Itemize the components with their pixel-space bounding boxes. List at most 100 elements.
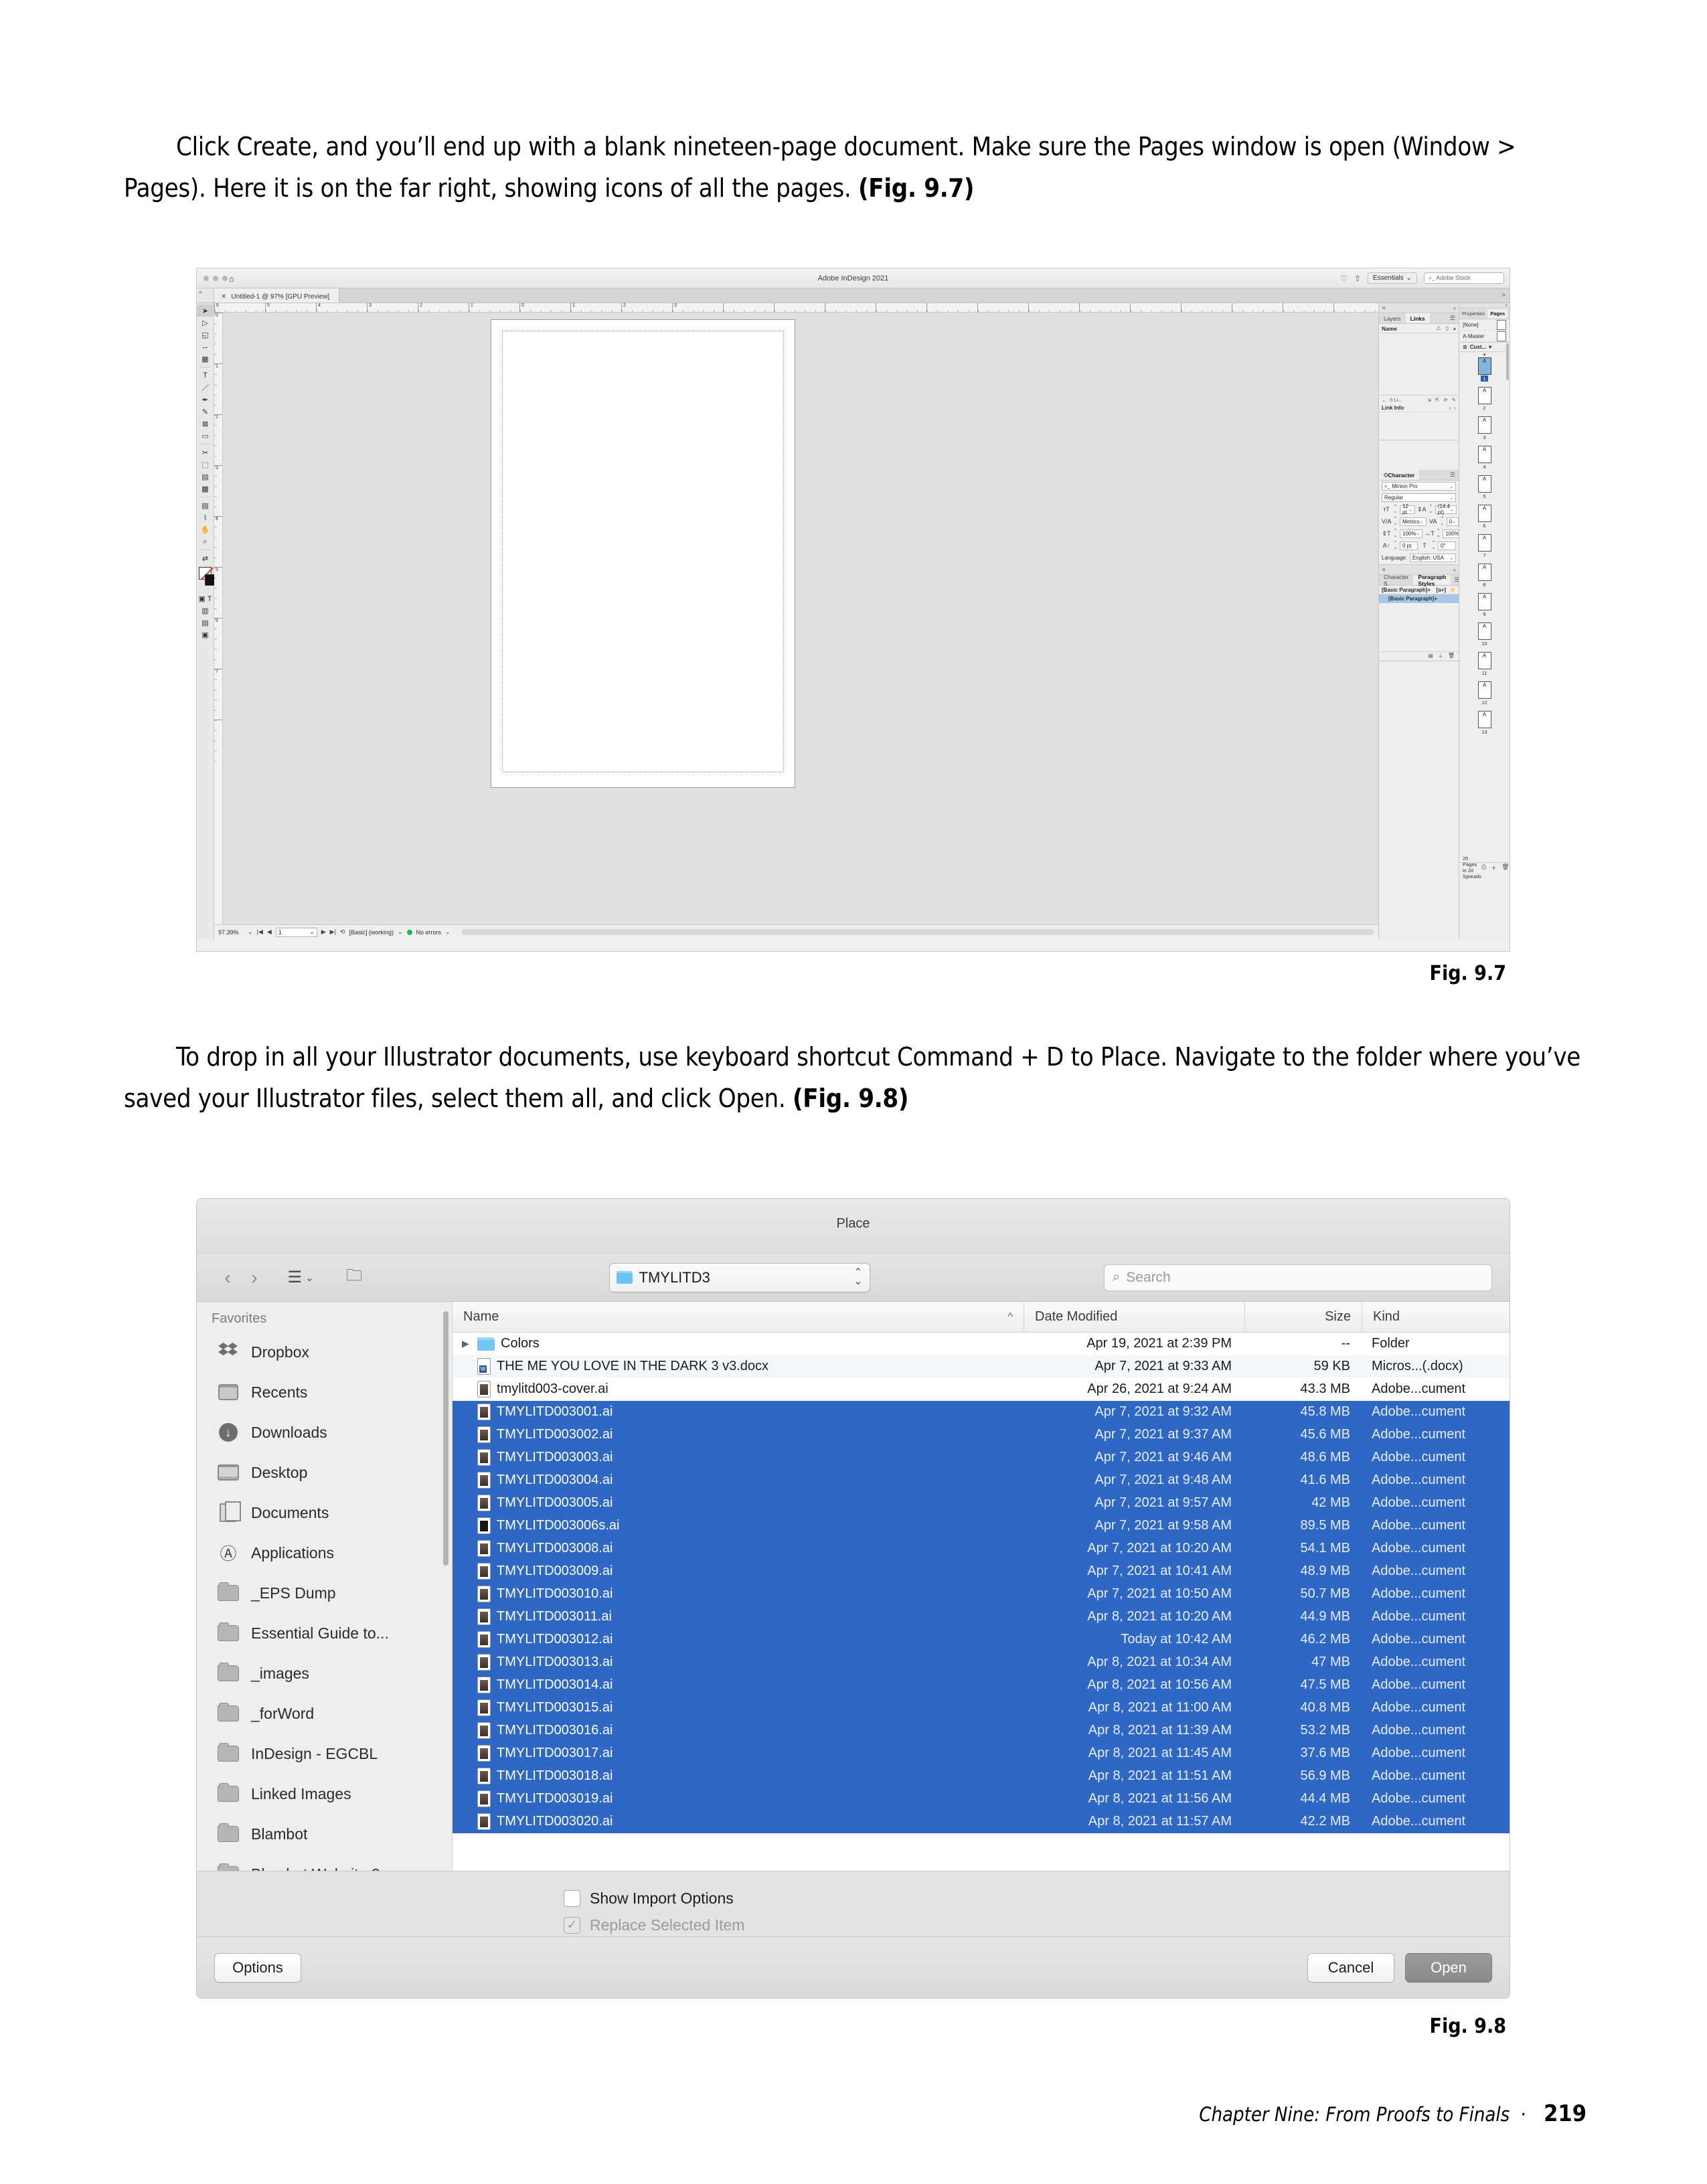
indesign-tools-panel[interactable]: ➤ ▷ ◱ ↔ ▦ T ／ ✒ ✎ ⊠ ▭ ✂ ⬚ ▤ ▩ ▤ ⌇ ✋ ⌕ ⇄ xyxy=(197,303,216,939)
selection-tool[interactable]: ➤ xyxy=(197,305,214,317)
chevron-down-icon[interactable]: ⌄ xyxy=(1382,397,1386,403)
page-icon[interactable]: ▯ xyxy=(1446,325,1449,331)
page-size-selector[interactable]: ≣ Cust... ▾ xyxy=(1459,342,1510,352)
table-row[interactable]: TMYLITD003020.ai Apr 8, 2021 at 11:57 AM 4… xyxy=(453,1811,1510,1833)
table-row[interactable]: ▶ Colors Apr 19, 2021 at 2:39 PM -- Folder xyxy=(453,1333,1510,1355)
chevron-left-icon[interactable]: ‹ xyxy=(1449,405,1451,411)
link-info-header[interactable]: Link Info ‹ › xyxy=(1379,404,1459,412)
skew-stepper[interactable]: ⌃ ⌄ xyxy=(1431,541,1437,550)
tab-properties[interactable]: Properties xyxy=(1459,309,1487,319)
dock-collapse-icon[interactable]: » xyxy=(1459,303,1510,309)
table-row[interactable]: TMYLITD003008.ai Apr 7, 2021 at 10:20 AM 5… xyxy=(453,1537,1510,1560)
sort-ascending-icon[interactable]: ▴ xyxy=(1453,325,1456,331)
vertical-ruler[interactable]: 0 1 2 3 4 5 6 7 xyxy=(214,313,223,924)
sidebar-item-documents[interactable]: Documents xyxy=(197,1493,452,1533)
preflight-profile[interactable]: [Basic] (working) xyxy=(349,929,394,936)
master-item-a-master[interactable]: A-Master xyxy=(1459,331,1510,342)
kerning-input[interactable]: Metrics ⌄ xyxy=(1400,517,1427,526)
table-row[interactable]: TMYLITD003017.ai Apr 8, 2021 at 11:45 AM 3… xyxy=(453,1742,1510,1765)
table-row[interactable]: TMYLITD003014.ai Apr 8, 2021 at 10:56 AM 4… xyxy=(453,1674,1510,1697)
column-header-kind[interactable]: Kind xyxy=(1362,1302,1510,1332)
tabbar-collapse-icon[interactable]: » xyxy=(197,288,214,303)
sidebar-item-indesign-egcbl[interactable]: InDesign - EGCBL xyxy=(197,1734,452,1774)
delete-style-icon[interactable]: 🗑 xyxy=(1448,653,1455,660)
column-header-date-modified[interactable]: Date Modified xyxy=(1024,1302,1245,1332)
styles-list[interactable] xyxy=(1379,603,1459,651)
vertical-scale-input[interactable]: 100% ⌄ xyxy=(1400,529,1423,538)
warning-icon[interactable]: ⚠ xyxy=(1436,325,1441,331)
edit-page-size-icon[interactable]: ⎙ xyxy=(1481,863,1486,872)
table-row[interactable]: TMYLITD003018.ai Apr 8, 2021 at 11:51 AM 5… xyxy=(453,1765,1510,1788)
table-row[interactable]: TMYLITD003012.ai Today at 10:42 AM 46.2 MB… xyxy=(453,1628,1510,1651)
table-row[interactable]: TMYLITD003009.ai Apr 7, 2021 at 10:41 AM 4… xyxy=(453,1560,1510,1583)
cancel-button[interactable]: Cancel xyxy=(1307,1952,1394,1983)
stepper-icon[interactable]: ⌃ ⌄ xyxy=(854,1267,862,1286)
tab-character-styles[interactable]: Character S xyxy=(1379,574,1413,587)
line-tool[interactable]: ／ xyxy=(197,382,214,394)
horizontal-scrollbar[interactable] xyxy=(461,929,1374,935)
sidebar-item-dropbox[interactable]: Dropbox xyxy=(197,1332,452,1372)
chevron-down-icon[interactable]: ⌄ xyxy=(1450,507,1454,512)
forward-icon[interactable]: › xyxy=(241,1264,268,1292)
page-thumbnail[interactable]: A 13 xyxy=(1459,707,1510,735)
hand-tool[interactable]: ✋ xyxy=(197,523,214,535)
sidebar-item-desktop[interactable]: Desktop xyxy=(197,1452,452,1493)
sidebar-item-downloads[interactable]: ↓ Downloads xyxy=(197,1412,452,1452)
scissors-tool[interactable]: ✂ xyxy=(197,446,214,458)
pages-thumbnail-list[interactable]: ▼ A 1 A 2 A 3 A 4 A 5 A 6 A 7 A 8 A 9 A 10 A 11 A 12 A 13 xyxy=(1459,352,1510,862)
vscale-stepper[interactable]: ⌃ ⌄ xyxy=(1392,529,1398,538)
direct-selection-tool[interactable]: ▷ xyxy=(197,317,214,329)
zoom-tool[interactable]: ⌕ xyxy=(197,535,214,548)
view-mode-icon[interactable]: ▣ xyxy=(197,628,214,641)
page-thumbnail[interactable]: A8 xyxy=(1459,560,1510,588)
pencil-tool[interactable]: ✎ xyxy=(197,406,214,418)
sidebar-item-linked-images[interactable]: Linked Images xyxy=(197,1774,452,1814)
new-folder-icon[interactable]: 🗀 xyxy=(333,1264,375,1292)
font-style-input[interactable]: Regular ⌄ xyxy=(1382,493,1456,502)
tab-character[interactable]: ◇ Character xyxy=(1379,470,1420,480)
preflight-icon[interactable]: ⟲ xyxy=(340,928,345,936)
chevron-down-icon[interactable]: ⌄ xyxy=(1449,495,1453,501)
skew-input[interactable]: 0° xyxy=(1438,541,1456,550)
chevron-down-icon[interactable]: ⌄ xyxy=(1452,519,1456,524)
path-popup-button[interactable]: TMYLITD3 ⌃ ⌄ xyxy=(608,1262,870,1292)
back-icon[interactable]: ‹ xyxy=(214,1264,241,1292)
links-list[interactable] xyxy=(1379,333,1459,395)
column-header-size[interactable]: Size xyxy=(1245,1302,1362,1332)
links-column-name[interactable]: Name xyxy=(1382,325,1397,332)
table-row[interactable]: TMYLITD003001.ai Apr 7, 2021 at 9:32 AM 45… xyxy=(453,1401,1510,1424)
page-number-input[interactable]: 1 ⌄ xyxy=(275,927,317,937)
clear-overrides-icon[interactable]: [a+] xyxy=(1437,587,1446,593)
new-page-icon[interactable]: ＋ xyxy=(1491,863,1497,872)
table-row[interactable]: TMYLITD003003.ai Apr 7, 2021 at 9:46 AM 48… xyxy=(453,1446,1510,1469)
swap-fill-stroke-icon[interactable]: ⇄ xyxy=(197,552,214,564)
delete-page-icon[interactable]: 🗑 xyxy=(1501,863,1509,872)
page-thumbnail[interactable]: A9 xyxy=(1459,590,1510,617)
table-row[interactable]: TMYLITD003004.ai Apr 7, 2021 at 9:48 AM 41… xyxy=(453,1469,1510,1492)
document-page-1[interactable] xyxy=(491,319,795,788)
favorites-sidebar[interactable]: Favorites Dropbox Recents ↓ Downloads Deskto… xyxy=(197,1302,453,1871)
pages-panel-scrollbar[interactable] xyxy=(1506,343,1509,380)
table-row[interactable]: TMYLITD003010.ai Apr 7, 2021 at 10:50 AM 5… xyxy=(453,1583,1510,1606)
prev-page-icon[interactable]: ◀ xyxy=(267,928,272,936)
kerning-stepper[interactable]: ⌃ ⌄ xyxy=(1392,517,1398,526)
document-canvas[interactable] xyxy=(223,313,1378,924)
tab-links[interactable]: Links xyxy=(1405,313,1430,323)
baseline-shift-input[interactable]: 0 pt xyxy=(1400,541,1418,550)
next-page-icon[interactable]: ▶ xyxy=(321,928,326,936)
panel-menu-icon[interactable]: ☰ xyxy=(1447,313,1459,323)
table-row[interactable]: TMYLITD003013.ai Apr 8, 2021 at 10:34 AM 4… xyxy=(453,1651,1510,1674)
edit-original-icon[interactable]: ✎ xyxy=(1452,397,1456,403)
horizontal-ruler[interactable]: 6 5 4 3 2 1 0 1 2 3 xyxy=(214,303,1510,313)
tab-cc-libraries[interactable]: CC Librarie xyxy=(1508,309,1510,319)
table-row[interactable]: THE ME YOU LOVE IN THE DARK 3 v3.docx Apr… xyxy=(453,1355,1510,1378)
table-row[interactable]: TMYLITD003005.ai Apr 7, 2021 at 9:57 AM 42… xyxy=(453,1492,1510,1515)
formatting-affects-container-icon[interactable]: ▣ T xyxy=(197,592,214,604)
goto-link-icon[interactable]: ⇱ xyxy=(1435,397,1439,403)
sidebar-item-recents[interactable]: Recents xyxy=(197,1372,452,1412)
table-row[interactable]: TMYLITD003002.ai Apr 7, 2021 at 9:37 AM 45… xyxy=(453,1424,1510,1446)
page-thumbnail[interactable]: A 10 xyxy=(1459,619,1510,647)
sidebar-item-forword[interactable]: _forWord xyxy=(197,1693,452,1734)
page-thumbnail[interactable]: ▼ A 1 xyxy=(1459,353,1510,382)
open-button[interactable]: Open xyxy=(1405,1952,1492,1983)
